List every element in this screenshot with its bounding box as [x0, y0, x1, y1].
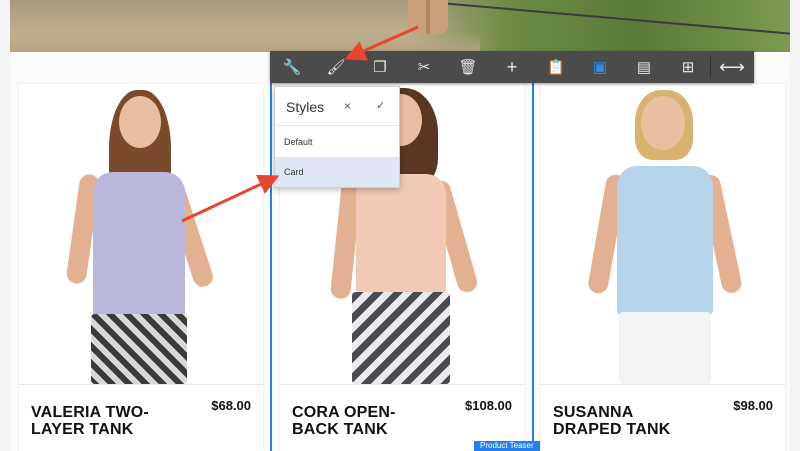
- product-name: CORA OPEN-BACK TANK: [292, 404, 396, 438]
- clipboard-icon[interactable]: 📋: [534, 51, 578, 83]
- style-option-card[interactable]: Card: [275, 157, 399, 187]
- style-option-default[interactable]: Default: [275, 127, 399, 157]
- product-price: $68.00: [211, 398, 251, 413]
- trash-icon[interactable]: 🗑: [446, 51, 490, 83]
- product-image: [541, 84, 785, 384]
- hero-image: [10, 0, 790, 52]
- selection-border-right: [532, 83, 534, 451]
- product-name: SUSANNA DRAPED TANK: [553, 404, 671, 438]
- layout-icon[interactable]: ▤: [622, 51, 666, 83]
- style-option-label: Default: [284, 137, 313, 147]
- hero-path: [10, 32, 480, 52]
- wrench-icon[interactable]: 🔧: [270, 51, 314, 83]
- plus-icon[interactable]: +: [490, 51, 534, 83]
- product-card-1[interactable]: VALERIA TWO-LAYER TANK $68.00: [19, 84, 263, 451]
- hero-legs: [408, 0, 448, 34]
- style-option-label: Card: [284, 167, 304, 177]
- popover-title: Styles: [286, 99, 325, 115]
- copy-icon[interactable]: ❐: [358, 51, 402, 83]
- insert-component-icon[interactable]: ⊞: [666, 51, 710, 83]
- card-divider: [541, 384, 785, 385]
- component-toolbar: 🔧 🖌 ❐ ✂ 🗑 + 📋 ▣ ▤ ⊞ ⟷: [270, 51, 754, 83]
- popover-header: Styles × ✓: [275, 87, 399, 126]
- check-icon[interactable]: ✓: [376, 99, 385, 112]
- product-card-3[interactable]: SUSANNA DRAPED TANK $98.00: [541, 84, 785, 451]
- card-divider: [280, 384, 524, 385]
- styles-popover: Styles × ✓ Default Card: [274, 86, 400, 188]
- product-name: VALERIA TWO-LAYER TANK: [31, 404, 149, 438]
- scissors-icon[interactable]: ✂: [402, 51, 446, 83]
- component-badge: Product Teaser: [474, 441, 540, 451]
- select-frame-icon[interactable]: ▣: [578, 51, 622, 83]
- brush-icon[interactable]: 🖌: [314, 51, 358, 83]
- product-price: $98.00: [733, 398, 773, 413]
- selection-border-left: [270, 83, 272, 451]
- product-image: [19, 84, 263, 384]
- card-divider: [19, 384, 263, 385]
- close-icon[interactable]: ×: [344, 99, 351, 113]
- product-price: $108.00: [465, 398, 512, 413]
- resize-horizontal-icon[interactable]: ⟷: [710, 51, 754, 83]
